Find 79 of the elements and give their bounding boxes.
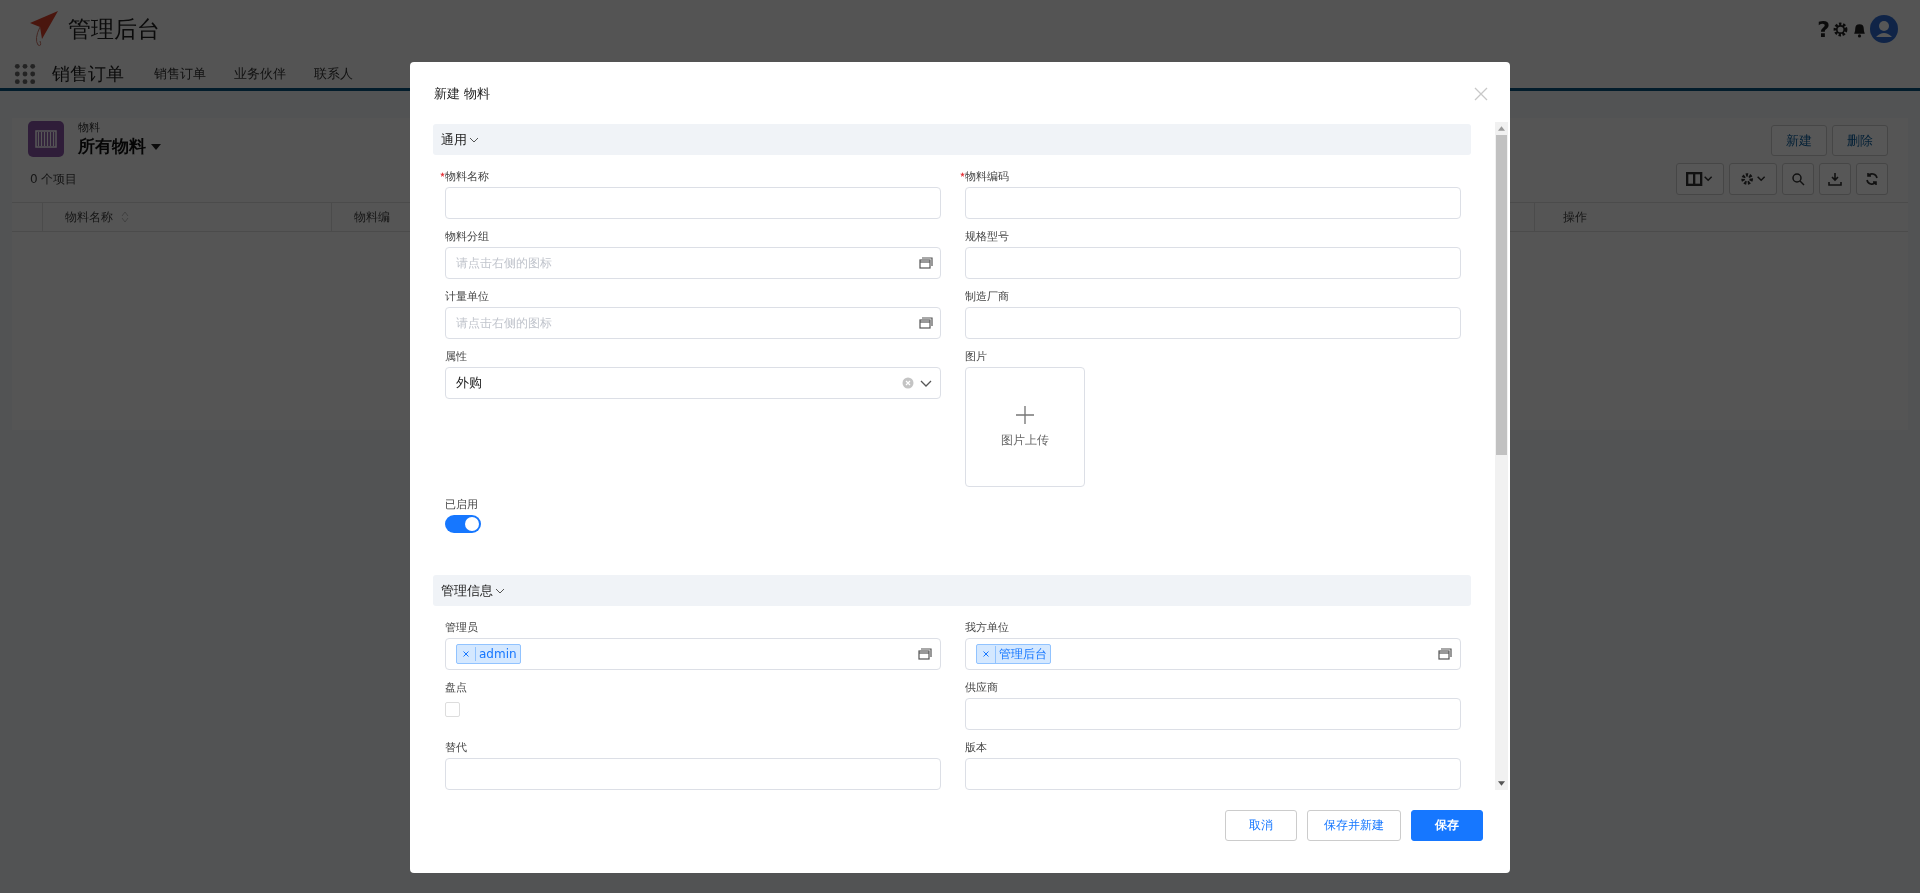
field-label: 版本 <box>965 740 987 755</box>
list-action-button[interactable]: 新建 <box>1771 125 1827 156</box>
object-label: 物料 <box>78 120 101 135</box>
section-header[interactable]: 管理信息 <box>433 575 1471 606</box>
text-field[interactable] <box>965 247 1461 279</box>
field-label: 物料名称 <box>445 169 489 184</box>
lookup-icon[interactable] <box>1438 648 1452 660</box>
list-action-button[interactable]: 删除 <box>1832 125 1888 156</box>
text-field[interactable] <box>965 758 1461 790</box>
required-icon <box>960 172 965 177</box>
lookup-icon[interactable] <box>918 648 932 660</box>
search-icon <box>1791 172 1805 186</box>
select-field[interactable]: 外购 <box>445 367 941 399</box>
dialog-button[interactable]: 保存 <box>1411 810 1483 841</box>
app-launcher-icon[interactable] <box>14 63 36 85</box>
field-label: 计量单位 <box>445 289 489 304</box>
nav-tab[interactable]: 销售订单 <box>154 65 206 83</box>
text-field[interactable] <box>445 187 941 219</box>
field-label: 已启用 <box>445 497 478 512</box>
lookup-field[interactable]: 请点击右侧的图标 <box>445 307 941 339</box>
field-label: 我方单位 <box>965 620 1009 635</box>
lookup-icon[interactable] <box>919 257 933 269</box>
field-label: 物料编码 <box>965 169 1009 184</box>
dialog-button[interactable]: 保存并新建 <box>1307 810 1401 841</box>
column-header[interactable]: 操作 <box>1563 208 1587 226</box>
scroll-down-icon[interactable] <box>1498 781 1505 786</box>
list-view-selector[interactable]: 所有物料 <box>78 135 161 158</box>
barcode-icon <box>28 121 64 157</box>
settings-icon[interactable] <box>1832 20 1849 38</box>
chevron-down-icon <box>495 587 505 594</box>
field-label: 图片 <box>965 349 987 364</box>
text-field[interactable] <box>445 758 941 790</box>
refresh-button[interactable] <box>1856 163 1888 195</box>
text-field[interactable] <box>965 187 1461 219</box>
chevron-down-icon[interactable] <box>920 379 932 387</box>
required-icon <box>440 172 445 177</box>
lookup-field[interactable]: 管理后台 <box>965 638 1461 670</box>
field-label: 供应商 <box>965 680 998 695</box>
search-button[interactable] <box>1782 163 1814 195</box>
lookup-icon[interactable] <box>919 317 933 329</box>
image-upload-button[interactable]: 图片上传 <box>965 367 1085 487</box>
close-icon[interactable] <box>1474 87 1488 101</box>
field-label: 规格型号 <box>965 229 1009 244</box>
dialog-title: 新建 物料 <box>434 85 491 103</box>
lookup-field[interactable]: admin <box>445 638 941 670</box>
app-name: 销售订单 <box>52 62 124 86</box>
toggle-switch[interactable] <box>445 515 481 533</box>
field-label: 制造厂商 <box>965 289 1009 304</box>
app-title: 管理后台 <box>68 14 160 44</box>
tag-label: 管理后台 <box>995 645 1050 663</box>
nav-tab[interactable]: 联系人 <box>314 65 353 83</box>
dialog-button[interactable]: 取消 <box>1225 810 1297 841</box>
caret-icon <box>151 143 161 150</box>
clear-icon[interactable] <box>902 377 914 389</box>
text-field[interactable] <box>965 307 1461 339</box>
download-icon <box>1828 172 1842 186</box>
scroll-up-icon[interactable] <box>1498 126 1505 131</box>
tag-label: admin <box>475 647 520 661</box>
item-count: 0 个项目 <box>30 170 78 188</box>
field-label: 盘点 <box>445 680 467 695</box>
checkbox[interactable] <box>445 702 460 717</box>
chevron-down-icon <box>469 136 479 143</box>
field-label: 物料分组 <box>445 229 489 244</box>
avatar-icon[interactable] <box>1870 15 1898 43</box>
field-label: 属性 <box>445 349 467 364</box>
refresh-icon <box>1865 172 1879 186</box>
field-label: 替代 <box>445 740 467 755</box>
plus-icon <box>1016 405 1034 424</box>
text-field[interactable] <box>965 698 1461 730</box>
field-label: 管理员 <box>445 620 478 635</box>
scrollbar[interactable] <box>1495 122 1508 790</box>
download-button[interactable] <box>1819 163 1851 195</box>
help-icon[interactable]: ? <box>1817 16 1830 42</box>
column-toggle-button[interactable] <box>1676 163 1724 195</box>
nav-tab[interactable]: 业务伙伴 <box>234 65 286 83</box>
section-header[interactable]: 通用 <box>433 124 1471 155</box>
column-header[interactable]: 物料名称 <box>65 208 113 226</box>
settings-dropdown-button[interactable] <box>1729 163 1777 195</box>
lookup-field[interactable]: 请点击右侧的图标 <box>445 247 941 279</box>
